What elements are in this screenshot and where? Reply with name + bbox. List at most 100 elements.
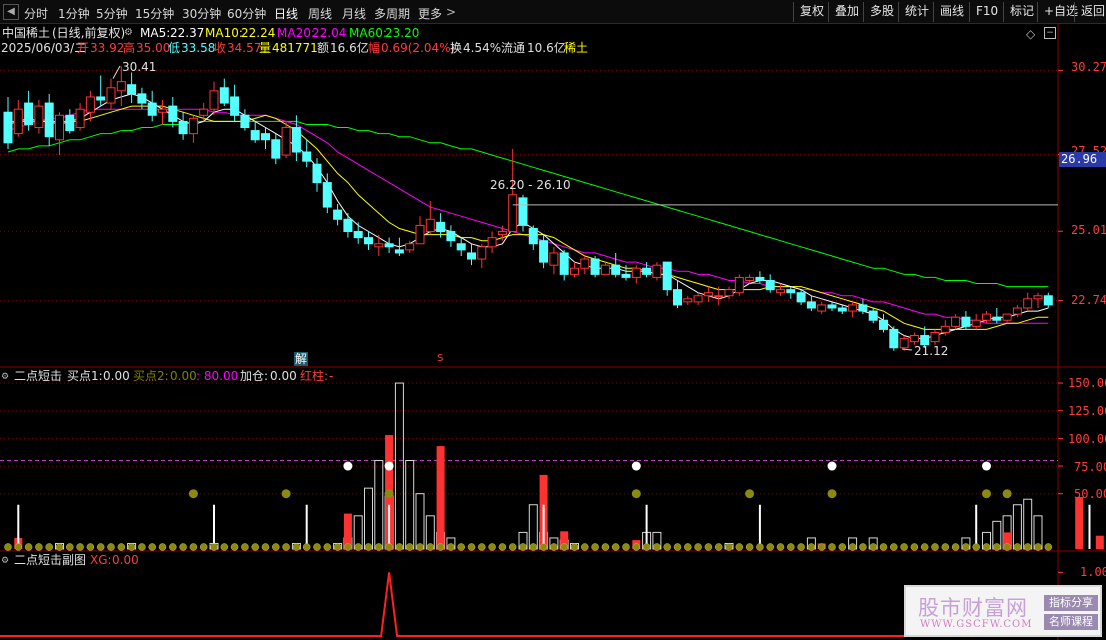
high-point-label: 30.41	[122, 60, 157, 74]
candle-down	[858, 304, 868, 312]
baseline-dot	[1023, 543, 1032, 551]
baseline-dot	[457, 543, 465, 551]
baseline-dot	[323, 543, 332, 551]
candle-down	[827, 304, 837, 309]
baseline-dot	[817, 543, 826, 551]
baseline-dot	[364, 543, 373, 551]
price-tick: 25.01	[1071, 223, 1106, 237]
candle-up	[1012, 307, 1022, 315]
baseline-dot	[416, 543, 424, 551]
candle-down	[806, 301, 816, 309]
xg-label: XG:	[90, 553, 112, 567]
red-bar-value: -	[329, 369, 334, 383]
collapse-icon[interactable]: −	[1044, 27, 1056, 39]
hollow-bar	[374, 460, 384, 550]
candle-up	[497, 231, 507, 236]
baseline-dot	[519, 543, 527, 551]
baseline-dot	[920, 543, 929, 551]
baseline-dot	[333, 543, 342, 551]
baseline-dot	[560, 543, 568, 551]
candle-down	[271, 139, 281, 159]
baseline-dot	[148, 543, 156, 551]
baseline-dot	[642, 543, 651, 551]
signal-dot-white	[631, 461, 641, 471]
ma5-value: 22.37	[170, 26, 205, 40]
add-label: 加仓:	[240, 369, 269, 383]
event-marker-s[interactable]: S	[437, 352, 443, 366]
baseline-dot	[756, 543, 764, 551]
ma20-value: 22.04	[312, 26, 347, 40]
baseline-dot	[14, 543, 23, 551]
candle-down	[333, 209, 343, 220]
close-label: 收	[214, 41, 227, 55]
high-point-pointer	[112, 65, 121, 79]
candle-down	[24, 102, 34, 125]
candle-down	[992, 316, 1002, 321]
chart-canvas[interactable]	[0, 0, 1106, 640]
diamond-icon[interactable]: ◇	[1026, 27, 1035, 41]
watermark-tag-indicators: 指标分享	[1044, 595, 1098, 611]
baseline-dot	[66, 543, 74, 551]
add-value: 0.00	[270, 369, 297, 383]
candle-up	[899, 338, 909, 349]
settings-icon[interactable]: ⚙	[124, 26, 133, 40]
baseline-dot	[498, 543, 507, 551]
baseline-dot	[292, 543, 301, 551]
baseline-dot	[622, 543, 630, 551]
indicator1-title[interactable]: 二点短击	[14, 369, 62, 383]
baseline-dot	[86, 543, 95, 551]
baseline-dot	[714, 543, 723, 551]
candle-down	[868, 310, 878, 321]
turnover-label: 换	[450, 41, 463, 55]
baseline-dot	[344, 543, 352, 551]
candle-up	[971, 319, 981, 327]
sector-tag[interactable]: 稀土	[564, 41, 588, 55]
candle-up	[580, 258, 590, 269]
signal-dot-olive	[188, 489, 198, 499]
signal-dot-white	[982, 461, 991, 471]
baseline-dot	[24, 543, 33, 551]
watermark-url: WWW.GSCFW.COM	[920, 619, 1033, 630]
baseline-dot	[972, 543, 980, 551]
candle-up	[85, 96, 95, 113]
indicator2-settings-icon[interactable]: ⚙	[1, 554, 9, 568]
candle-up	[909, 335, 919, 343]
candle-up	[487, 237, 497, 248]
baseline-dot	[776, 543, 785, 551]
indicator-settings-icon[interactable]: ⚙	[1, 370, 9, 384]
candle-down	[590, 258, 600, 275]
indicator2-title[interactable]: 二点短击副图	[14, 553, 86, 567]
hollow-bar	[415, 493, 425, 550]
baseline-dot	[45, 543, 53, 551]
candle-down	[261, 133, 270, 141]
low-point-label: 21.12	[914, 344, 949, 358]
ma10-line	[8, 105, 1049, 330]
candle-down	[353, 231, 363, 239]
baseline-dot	[210, 543, 218, 551]
baseline-dot	[797, 543, 805, 551]
candle-down	[364, 237, 373, 245]
baseline-dot	[375, 543, 383, 551]
signal-dot-olive	[1002, 489, 1012, 499]
baseline-dot	[76, 543, 84, 551]
candle-up	[652, 264, 662, 278]
watermark-title: 股市财富网	[918, 596, 1028, 620]
xg-value: 0.00	[112, 553, 139, 567]
baseline-dot	[807, 543, 816, 551]
baseline-dot	[385, 543, 393, 551]
open-value: 33.92	[90, 41, 125, 55]
baseline-dot	[694, 543, 702, 551]
unlock-event-marker[interactable]: 解	[294, 352, 309, 366]
baseline-dot	[931, 543, 939, 551]
candle-down	[168, 105, 178, 122]
ma10-label: MA10:	[205, 26, 243, 40]
buy2-extra-value: : 80.00	[196, 369, 239, 383]
candle-down	[446, 231, 456, 242]
baseline-dot	[890, 543, 898, 551]
baseline-dot	[787, 543, 795, 551]
xg-line	[0, 572, 1058, 637]
indicator1-tick: 150.00	[1068, 376, 1106, 390]
baseline-dot	[138, 543, 146, 551]
amount-value: 16.6亿	[330, 41, 369, 55]
candle-up	[281, 127, 291, 156]
